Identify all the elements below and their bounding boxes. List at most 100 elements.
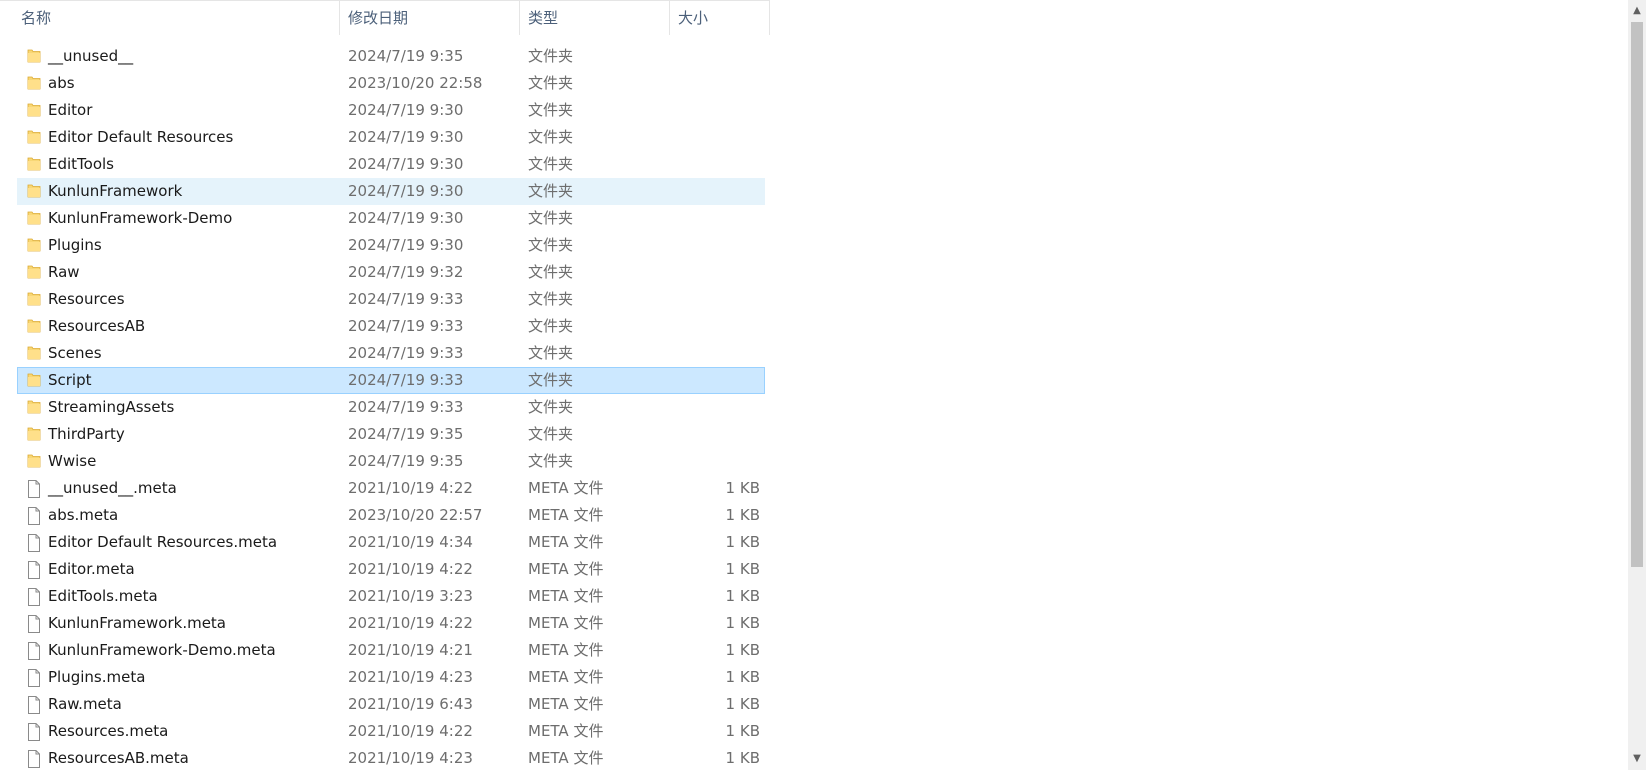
folder-icon [27, 291, 41, 307]
file-type: META 文件 [528, 479, 604, 497]
file-row[interactable]: Resources.meta 2021/10/19 4:22 META 文件 1 KB [17, 718, 765, 745]
file-modified-date: 2024/7/19 9:33 [348, 371, 464, 389]
file-type: META 文件 [528, 587, 604, 605]
file-modified-date: 2024/7/19 9:33 [348, 398, 464, 416]
folder-icon [27, 156, 41, 172]
file-row[interactable]: Raw.meta 2021/10/19 6:43 META 文件 1 KB [17, 691, 765, 718]
scroll-down-arrow-icon[interactable]: ▼ [1628, 750, 1646, 768]
file-row[interactable]: Editor 2024/7/19 9:30 文件夹 [17, 97, 765, 124]
file-type: 文件夹 [528, 182, 574, 200]
file-row[interactable]: __unused__.meta 2021/10/19 4:22 META 文件 1 K… [17, 475, 765, 502]
file-icon [27, 534, 41, 552]
file-row[interactable]: abs 2023/10/20 22:58 文件夹 [17, 70, 765, 97]
file-type: META 文件 [528, 533, 604, 551]
file-row[interactable]: Resources 2024/7/19 9:33 文件夹 [17, 286, 765, 313]
file-modified-date: 2024/7/19 9:30 [348, 236, 464, 254]
file-row[interactable]: EditTools.meta 2021/10/19 3:23 META 文件 1 KB [17, 583, 765, 610]
folder-icon [27, 210, 41, 226]
file-row[interactable]: Editor Default Resources 2024/7/19 9:30 文件… [17, 124, 765, 151]
folder-icon [27, 75, 41, 91]
file-modified-date: 2024/7/19 9:30 [348, 155, 464, 173]
folder-icon [27, 426, 41, 442]
file-modified-date: 2021/10/19 3:23 [348, 587, 473, 605]
vertical-scrollbar[interactable]: ▲ ▼ [1628, 0, 1646, 770]
file-row[interactable]: ThirdParty 2024/7/19 9:35 文件夹 [17, 421, 765, 448]
file-row[interactable]: abs.meta 2023/10/20 22:57 META 文件 1 KB [17, 502, 765, 529]
file-name: Scenes [48, 344, 102, 362]
file-row[interactable]: __unused__ 2024/7/19 9:35 文件夹 [17, 43, 765, 70]
file-modified-date: 2024/7/19 9:33 [348, 317, 464, 335]
file-row[interactable]: KunlunFramework.meta 2021/10/19 4:22 META … [17, 610, 765, 637]
scrollbar-thumb[interactable] [1631, 22, 1643, 567]
file-type: 文件夹 [528, 371, 574, 389]
column-header-size[interactable]: 大小 [670, 1, 770, 35]
file-name: Raw [48, 263, 80, 281]
file-modified-date: 2021/10/19 4:22 [348, 722, 473, 740]
column-header-date[interactable]: 修改日期 [340, 1, 520, 35]
file-name: Editor [48, 101, 93, 119]
file-name: KunlunFramework [48, 182, 183, 200]
file-modified-date: 2021/10/19 4:23 [348, 668, 473, 686]
file-size: 1 KB [725, 668, 760, 686]
file-size: 1 KB [725, 749, 760, 767]
file-row[interactable]: Wwise 2024/7/19 9:35 文件夹 [17, 448, 765, 475]
file-type: 文件夹 [528, 290, 574, 308]
file-explorer-window: 名称 ^ 修改日期 类型 大小 __unused__ 2024/7/19 9:35… [0, 0, 1646, 770]
column-header-bar: 名称 ^ 修改日期 类型 大小 [0, 0, 770, 35]
column-header-name[interactable]: 名称 ^ [13, 0, 340, 35]
file-icon [27, 669, 41, 687]
column-header-type[interactable]: 类型 [520, 1, 670, 35]
file-name: Wwise [48, 452, 97, 470]
scroll-up-arrow-icon[interactable]: ▲ [1628, 2, 1646, 20]
folder-icon [27, 372, 41, 388]
file-row[interactable]: KunlunFramework-Demo 2024/7/19 9:30 文件夹 [17, 205, 765, 232]
file-type: 文件夹 [528, 155, 574, 173]
file-type: 文件夹 [528, 74, 574, 92]
file-row[interactable]: Plugins.meta 2021/10/19 4:23 META 文件 1 KB [17, 664, 765, 691]
file-name: Plugins.meta [48, 668, 146, 686]
file-name: EditTools [48, 155, 114, 173]
file-name: abs.meta [48, 506, 119, 524]
file-modified-date: 2024/7/19 9:30 [348, 209, 464, 227]
file-size: 1 KB [725, 722, 760, 740]
file-row[interactable]: ResourcesAB 2024/7/19 9:33 文件夹 [17, 313, 765, 340]
file-type: 文件夹 [528, 209, 574, 227]
file-row[interactable]: KunlunFramework 2024/7/19 9:30 文件夹 [17, 178, 765, 205]
file-name: Resources [48, 290, 125, 308]
sort-ascending-icon: ^ [184, 0, 194, 9]
file-modified-date: 2024/7/19 9:32 [348, 263, 464, 281]
file-type: 文件夹 [528, 344, 574, 362]
file-name: ThirdParty [48, 425, 125, 443]
file-name: Raw.meta [48, 695, 122, 713]
file-type: META 文件 [528, 695, 604, 713]
file-name: KunlunFramework-Demo [48, 209, 233, 227]
file-type: 文件夹 [528, 236, 574, 254]
file-modified-date: 2021/10/19 4:22 [348, 614, 473, 632]
file-size: 1 KB [725, 560, 760, 578]
file-row[interactable]: Raw 2024/7/19 9:32 文件夹 [17, 259, 765, 286]
file-row[interactable]: Editor.meta 2021/10/19 4:22 META 文件 1 KB [17, 556, 765, 583]
file-row[interactable]: Scenes 2024/7/19 9:33 文件夹 [17, 340, 765, 367]
file-row[interactable]: ResourcesAB.meta 2021/10/19 4:23 META 文件 1 … [17, 745, 765, 770]
file-list: __unused__ 2024/7/19 9:35 文件夹 abs 2023/10/20… [17, 43, 765, 770]
file-row[interactable]: Plugins 2024/7/19 9:30 文件夹 [17, 232, 765, 259]
folder-icon [27, 264, 41, 280]
file-row[interactable]: KunlunFramework-Demo.meta 2021/10/19 4:21… [17, 637, 765, 664]
folder-icon [27, 237, 41, 253]
file-modified-date: 2023/10/20 22:58 [348, 74, 483, 92]
file-row[interactable]: Editor Default Resources.meta 2021/10/19 … [17, 529, 765, 556]
file-modified-date: 2024/7/19 9:35 [348, 452, 464, 470]
file-type: META 文件 [528, 560, 604, 578]
file-modified-date: 2021/10/19 4:22 [348, 479, 473, 497]
file-row[interactable]: Script 2024/7/19 9:33 文件夹 [17, 367, 765, 394]
file-row[interactable]: StreamingAssets 2024/7/19 9:33 文件夹 [17, 394, 765, 421]
file-row[interactable]: EditTools 2024/7/19 9:30 文件夹 [17, 151, 765, 178]
file-type: 文件夹 [528, 263, 574, 281]
folder-icon [27, 318, 41, 334]
file-modified-date: 2024/7/19 9:35 [348, 425, 464, 443]
file-size: 1 KB [725, 695, 760, 713]
column-header-name-label: 名称 [21, 9, 52, 27]
file-type: 文件夹 [528, 128, 574, 146]
folder-icon [27, 48, 41, 64]
file-type: META 文件 [528, 614, 604, 632]
